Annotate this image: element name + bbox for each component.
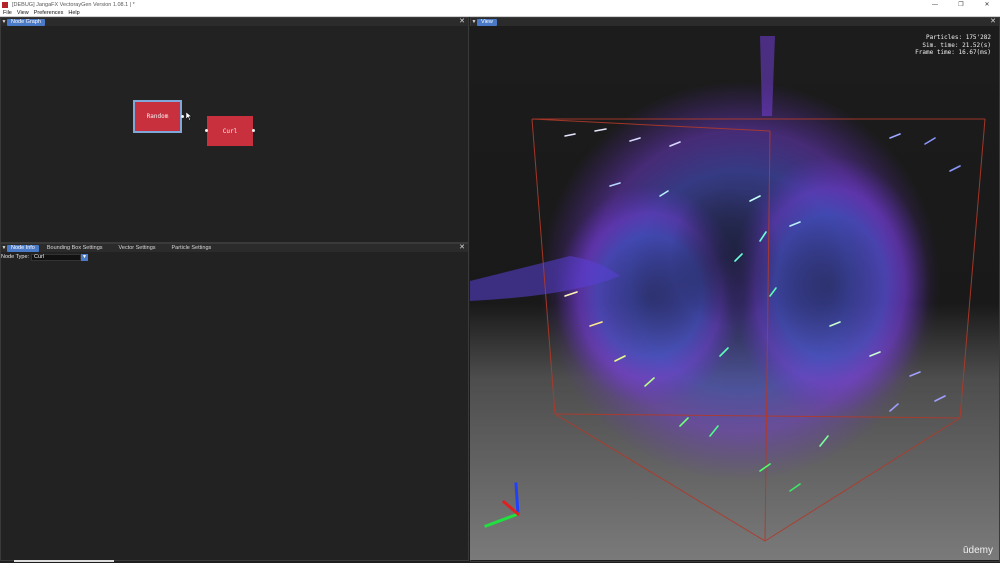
close-button[interactable]: ✕ xyxy=(974,0,1000,9)
window-title: [DEBUG] JangaFX VectorayGen Version 1.08… xyxy=(12,1,135,8)
view-header: ▼ View ✕ xyxy=(471,18,999,26)
menu-view[interactable]: View xyxy=(17,10,29,16)
maximize-button[interactable]: ❐ xyxy=(948,0,974,9)
particles-count: Particles: 175'282 xyxy=(925,34,991,41)
tab-particle-settings[interactable]: Particle Settings xyxy=(164,245,220,252)
node-type-select[interactable]: Curl xyxy=(31,253,82,261)
tab-bounding-box-settings[interactable]: Bounding Box Settings xyxy=(39,245,111,252)
node-random-label: Random xyxy=(146,113,169,120)
node-type-label: Node Type: xyxy=(1,254,30,260)
tab-node-graph[interactable]: Node Graph xyxy=(7,18,45,26)
particle-cloud-core xyxy=(670,186,780,326)
tab-node-info[interactable]: Node Info xyxy=(7,244,39,252)
mouse-cursor-icon xyxy=(186,112,192,121)
app-icon xyxy=(2,1,8,8)
node-curl-label: Curl xyxy=(222,127,238,135)
node-curl[interactable]: Curl xyxy=(205,116,255,146)
simulation-stats: Particles: 175'282 Sim. time: 21.52(s) F… xyxy=(915,34,991,57)
horizontal-scrollbar[interactable] xyxy=(14,560,114,562)
sim-time: Sim. time: 21.52(s) xyxy=(922,41,991,49)
node-info-panel: ▼ Node Info Bounding Box Settings Vector… xyxy=(0,243,469,561)
tab-view[interactable]: View xyxy=(477,18,497,26)
output-port-icon[interactable] xyxy=(252,129,255,132)
minimize-button[interactable]: — xyxy=(922,0,948,9)
axis-gizmo xyxy=(484,482,521,528)
3d-viewport[interactable]: Particles: 175'282 Sim. time: 21.52(s) F… xyxy=(470,26,999,560)
window-controls: — ❐ ✕ xyxy=(922,0,1000,9)
node-type-row: Node Type: Curl ▼ xyxy=(1,253,89,261)
node-info-header: ▼ Node Info Bounding Box Settings Vector… xyxy=(1,244,468,252)
menu-file[interactable]: File xyxy=(3,10,12,16)
menu-preferences[interactable]: Preferences xyxy=(34,10,64,16)
frame-time: Frame time: 16.67(ms) xyxy=(915,49,991,56)
menu-help[interactable]: Help xyxy=(68,10,79,16)
node-graph-panel: ▼ Node Graph ✕ Random Curl xyxy=(0,17,469,243)
close-icon[interactable]: ✕ xyxy=(990,18,996,26)
simulation-render xyxy=(470,36,986,542)
output-port-icon[interactable] xyxy=(181,115,184,118)
udemy-watermark: ūdemy xyxy=(962,545,993,556)
node-graph-header: ▼ Node Graph ✕ xyxy=(1,18,468,26)
node-random[interactable]: Random xyxy=(133,100,184,133)
input-port-icon[interactable] xyxy=(205,129,208,132)
title-bar: [DEBUG] JangaFX VectorayGen Version 1.08… xyxy=(0,0,1000,9)
dropdown-arrow-icon[interactable]: ▼ xyxy=(81,253,89,261)
tab-vector-settings[interactable]: Vector Settings xyxy=(111,245,164,252)
menu-bar: File View Preferences Help xyxy=(0,9,1000,17)
close-icon[interactable]: ✕ xyxy=(459,244,465,252)
close-icon[interactable]: ✕ xyxy=(459,18,465,26)
